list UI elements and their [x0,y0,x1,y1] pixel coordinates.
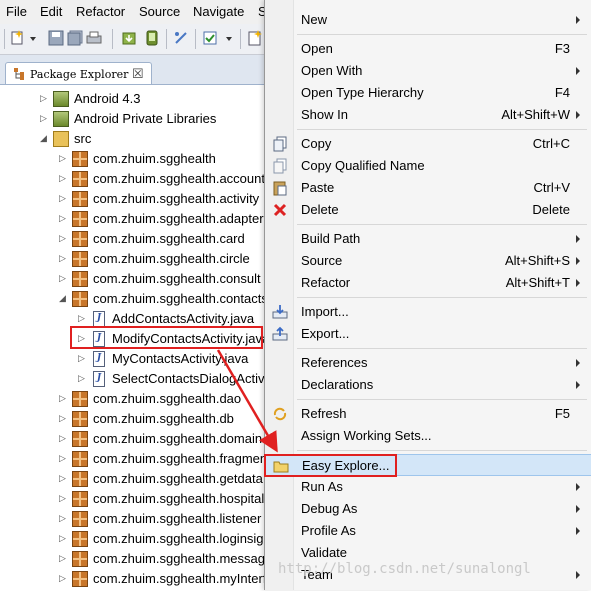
watermark: http://blog.csdn.net/sunalongl [278,561,531,577]
annotation-arrow [216,349,278,453]
